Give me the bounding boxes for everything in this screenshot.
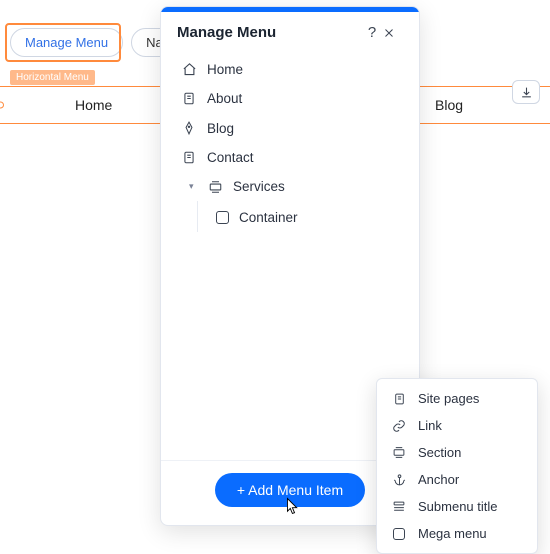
download-icon <box>520 86 533 99</box>
nav-item-home[interactable]: Home <box>75 97 112 113</box>
menu-item-label: About <box>207 91 242 106</box>
square-icon <box>216 211 229 224</box>
page-icon <box>181 150 197 165</box>
add-item-flyout: Site pages Link Section Anchor Submenu t… <box>376 378 538 554</box>
menu-item-label: Contact <box>207 150 254 165</box>
flyout-option-anchor[interactable]: Anchor <box>377 466 537 493</box>
question-icon: ? <box>368 24 376 41</box>
add-menu-item-button[interactable]: + Add Menu Item <box>215 473 365 507</box>
resize-handle-left[interactable] <box>0 102 4 109</box>
flyout-option-section[interactable]: Section <box>377 439 537 466</box>
page-icon <box>391 392 407 406</box>
flyout-option-submenu-title[interactable]: Submenu title <box>377 493 537 520</box>
flyout-option-label: Submenu title <box>418 499 498 514</box>
nav-item-blog[interactable]: Blog <box>435 97 463 113</box>
flyout-option-site-pages[interactable]: Site pages <box>377 385 537 412</box>
section-icon <box>207 180 223 194</box>
menu-item-about[interactable]: About <box>169 84 411 113</box>
link-icon <box>391 419 407 433</box>
context-toolbar: Manage Menu Na <box>10 28 178 57</box>
menu-item-blog[interactable]: Blog <box>169 113 411 143</box>
menu-item-services[interactable]: ▾ Services <box>169 172 411 201</box>
close-icon <box>383 27 395 39</box>
panel-title: Manage Menu <box>177 24 361 41</box>
flyout-option-label: Link <box>418 418 442 433</box>
cursor-pointer-icon <box>283 497 300 517</box>
menu-item-label: Services <box>233 179 285 194</box>
menu-item-label: Blog <box>207 121 234 136</box>
add-button-label: + Add Menu Item <box>237 482 343 498</box>
flyout-option-mega-menu[interactable]: Mega menu <box>377 520 537 547</box>
menu-item-label: Container <box>239 210 298 225</box>
menu-item-container[interactable]: Container <box>208 205 411 230</box>
section-icon <box>391 446 407 459</box>
manage-menu-button[interactable]: Manage Menu <box>10 28 123 57</box>
close-button[interactable] <box>383 27 405 39</box>
submenu-children: Container <box>197 201 411 232</box>
pen-icon <box>181 120 197 136</box>
flyout-option-link[interactable]: Link <box>377 412 537 439</box>
chevron-down-icon: ▾ <box>189 181 199 192</box>
flyout-option-label: Mega menu <box>418 526 487 541</box>
help-button[interactable]: ? <box>361 24 383 41</box>
menu-item-contact[interactable]: Contact <box>169 143 411 172</box>
square-icon <box>391 528 407 540</box>
submenu-title-icon <box>391 500 407 513</box>
flyout-option-label: Anchor <box>418 472 459 487</box>
menu-item-label: Home <box>207 62 243 77</box>
menu-item-home[interactable]: Home <box>169 55 411 84</box>
element-type-badge: Horizontal Menu <box>10 70 95 85</box>
download-icon-button[interactable] <box>512 80 540 104</box>
panel-header: Manage Menu ? <box>161 12 419 49</box>
home-icon <box>181 62 197 77</box>
page-icon <box>181 91 197 106</box>
flyout-option-label: Section <box>418 445 461 460</box>
anchor-icon <box>391 473 407 487</box>
flyout-option-label: Site pages <box>418 391 479 406</box>
